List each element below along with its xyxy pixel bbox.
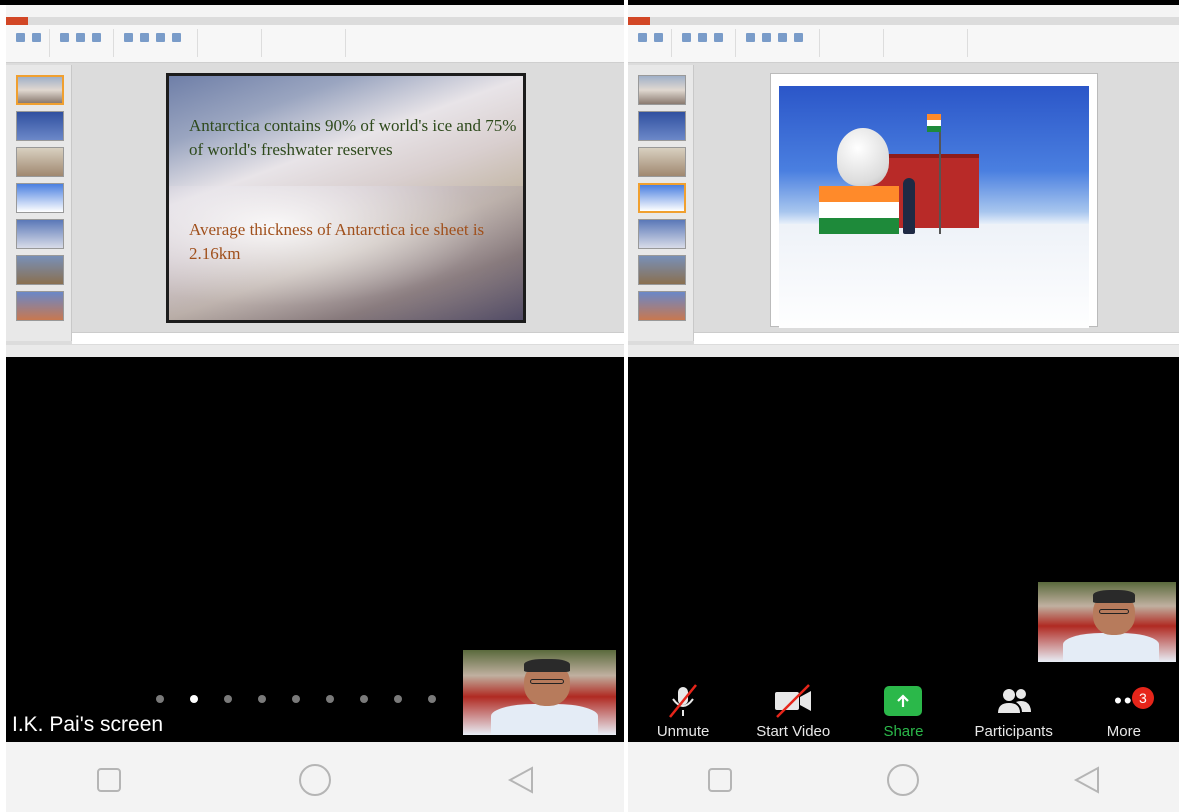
participant-video-thumbnail[interactable] (463, 650, 616, 735)
slide-thumbnail[interactable] (638, 219, 686, 249)
page-dot[interactable] (224, 695, 232, 703)
slide-thumbnails[interactable] (6, 65, 72, 341)
start-video-button[interactable]: Start Video (743, 683, 843, 740)
slide-text-ice-thickness: Average thickness of Antarctica ice shee… (189, 220, 485, 263)
page-dot-active[interactable] (190, 695, 198, 703)
current-slide (770, 73, 1098, 328)
slide-thumbnail[interactable] (638, 255, 686, 285)
ppt-notes-pane[interactable] (694, 332, 1179, 344)
more-button[interactable]: •• 3 More (1074, 683, 1174, 740)
home-button[interactable] (883, 760, 923, 800)
share-label: Share (883, 723, 924, 740)
ppt-file-tab[interactable] (6, 17, 28, 25)
screen-owner-label: I.K. Pai's screen (12, 713, 164, 736)
unmute-label: Unmute (656, 723, 710, 740)
square-icon (707, 768, 732, 792)
ppt-ribbon (628, 25, 1179, 63)
slide-thumbnail[interactable] (16, 219, 64, 249)
page-dot[interactable] (258, 695, 266, 703)
participants-icon (997, 689, 1031, 713)
participants-label: Participants (974, 723, 1053, 740)
page-dot[interactable] (394, 695, 402, 703)
android-nav-bar (6, 743, 624, 812)
recent-apps-button[interactable] (700, 760, 740, 800)
slide-thumbnail[interactable] (16, 75, 64, 105)
page-indicator-dots[interactable] (156, 695, 436, 703)
slide-thumbnail[interactable] (638, 111, 686, 141)
square-icon (97, 768, 121, 792)
unmute-button[interactable]: Unmute (633, 683, 733, 740)
ppt-status-bar (6, 345, 624, 357)
ppt-ribbon (6, 25, 624, 63)
meeting-toolbar: Unmute Start Video Share Participants ••… (628, 673, 1179, 743)
shared-powerpoint-window (628, 5, 1179, 357)
slide-thumbnail[interactable] (638, 291, 686, 321)
page-dot[interactable] (326, 695, 334, 703)
slide-text-ice-reserves: Antarctica contains 90% of world's ice a… (189, 116, 517, 159)
right-phone-screen: Unmute Start Video Share Participants ••… (628, 5, 1179, 812)
circle-icon (299, 764, 331, 796)
slide-thumbnail[interactable] (16, 255, 64, 285)
participants-button[interactable]: Participants (964, 683, 1064, 740)
recent-apps-button[interactable] (89, 760, 129, 800)
slide-thumbnail[interactable] (16, 183, 64, 213)
notification-badge: 3 (1131, 687, 1154, 709)
ppt-status-bar (628, 345, 1179, 357)
ppt-titlebar (6, 5, 624, 17)
page-dot[interactable] (360, 695, 368, 703)
more-label: More (1106, 723, 1141, 740)
share-button[interactable]: Share (853, 683, 953, 740)
page-dot[interactable] (156, 695, 164, 703)
triangle-back-icon (507, 766, 533, 794)
ppt-titlebar (628, 5, 1179, 17)
ppt-notes-pane[interactable] (72, 332, 624, 344)
triangle-back-icon (1074, 766, 1100, 794)
microphone-off-icon (669, 684, 698, 718)
participant-video-thumbnail[interactable] (1038, 582, 1176, 662)
back-button[interactable] (501, 760, 541, 800)
share-up-arrow-icon (884, 686, 923, 716)
page-dot[interactable] (292, 695, 300, 703)
more-dots-icon: •• (1114, 688, 1134, 713)
shared-powerpoint-window: Antarctica contains 90% of world's ice a… (6, 5, 624, 357)
back-button[interactable] (1067, 760, 1107, 800)
slide-thumbnail[interactable] (638, 75, 686, 105)
ppt-file-tab[interactable] (628, 17, 650, 25)
slide-thumbnail[interactable] (16, 111, 64, 141)
home-button[interactable] (295, 760, 335, 800)
video-off-icon (775, 684, 812, 718)
start-video-label: Start Video (756, 723, 831, 740)
slide-thumbnail[interactable] (638, 147, 686, 177)
flag-image (927, 114, 941, 132)
android-nav-bar (628, 743, 1179, 812)
page-dot[interactable] (428, 695, 436, 703)
slide-thumbnails[interactable] (628, 65, 694, 341)
slide-photo-antarctic-station (779, 86, 1089, 328)
circle-icon (887, 764, 920, 796)
slide-thumbnail[interactable] (16, 147, 64, 177)
slide-thumbnail[interactable] (16, 291, 64, 321)
current-slide: Antarctica contains 90% of world's ice a… (166, 73, 526, 323)
slide-thumbnail[interactable] (638, 183, 686, 213)
left-phone-screen: Antarctica contains 90% of world's ice a… (6, 5, 624, 812)
